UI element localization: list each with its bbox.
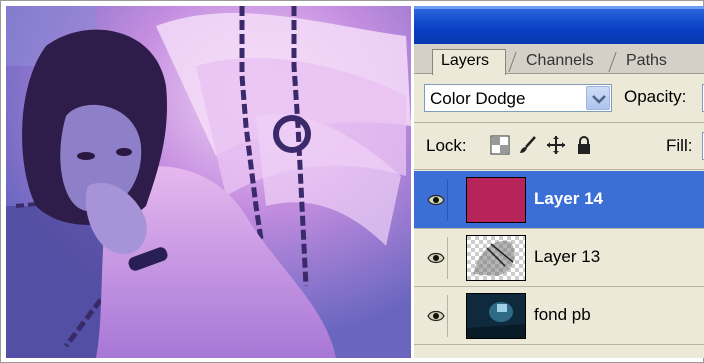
divider — [414, 169, 704, 170]
layer-name: Layer 13 — [534, 247, 601, 266]
eye-icon — [427, 252, 445, 264]
lock-icon[interactable] — [574, 135, 594, 155]
eye-icon — [427, 194, 445, 206]
blend-mode-row: Color Dodge Opacity: — [414, 76, 704, 120]
layer-row-layer-14[interactable]: Layer 14 — [414, 171, 704, 229]
lock-label: Lock: — [426, 136, 467, 155]
chevron-down-icon[interactable] — [586, 86, 610, 110]
lock-row: Lock: Fill: — [414, 124, 704, 168]
palette-title-bar[interactable] — [414, 6, 704, 44]
visibility-toggle[interactable] — [422, 237, 448, 279]
layer-name: fond pb — [534, 305, 591, 324]
layer-name: Layer 14 — [534, 189, 603, 208]
blend-mode-value: Color Dodge — [430, 89, 526, 108]
layer-thumbnail — [466, 293, 526, 339]
layer-thumbnail — [466, 235, 526, 281]
eye-icon — [427, 310, 445, 322]
palette-tab-bar: Layers Channels Paths — [414, 44, 704, 75]
brush-icon[interactable] — [518, 135, 538, 155]
document-canvas[interactable] — [6, 6, 411, 358]
canvas-artwork — [6, 6, 411, 358]
opacity-label: Opacity: — [624, 87, 687, 106]
tab-divider — [508, 52, 517, 72]
lock-transparency-icon[interactable] — [490, 135, 510, 155]
layer-row-fond-pb[interactable]: fond pb — [414, 287, 704, 345]
visibility-toggle[interactable] — [422, 295, 448, 337]
layer-row-layer-13[interactable]: Layer 13 — [414, 229, 704, 287]
visibility-toggle[interactable] — [422, 179, 448, 221]
fill-label: Fill: — [666, 136, 693, 155]
tab-divider — [608, 52, 617, 72]
layers-palette: Layers Channels Paths Color Dodge Opacit… — [414, 6, 704, 358]
move-icon[interactable] — [546, 135, 566, 155]
tab-layers[interactable]: Layers — [432, 49, 506, 75]
tab-channels[interactable]: Channels — [518, 50, 608, 74]
tab-paths[interactable]: Paths — [618, 50, 690, 74]
layer-thumbnail — [466, 177, 526, 223]
divider — [414, 122, 704, 123]
blend-mode-select[interactable]: Color Dodge — [424, 84, 612, 112]
